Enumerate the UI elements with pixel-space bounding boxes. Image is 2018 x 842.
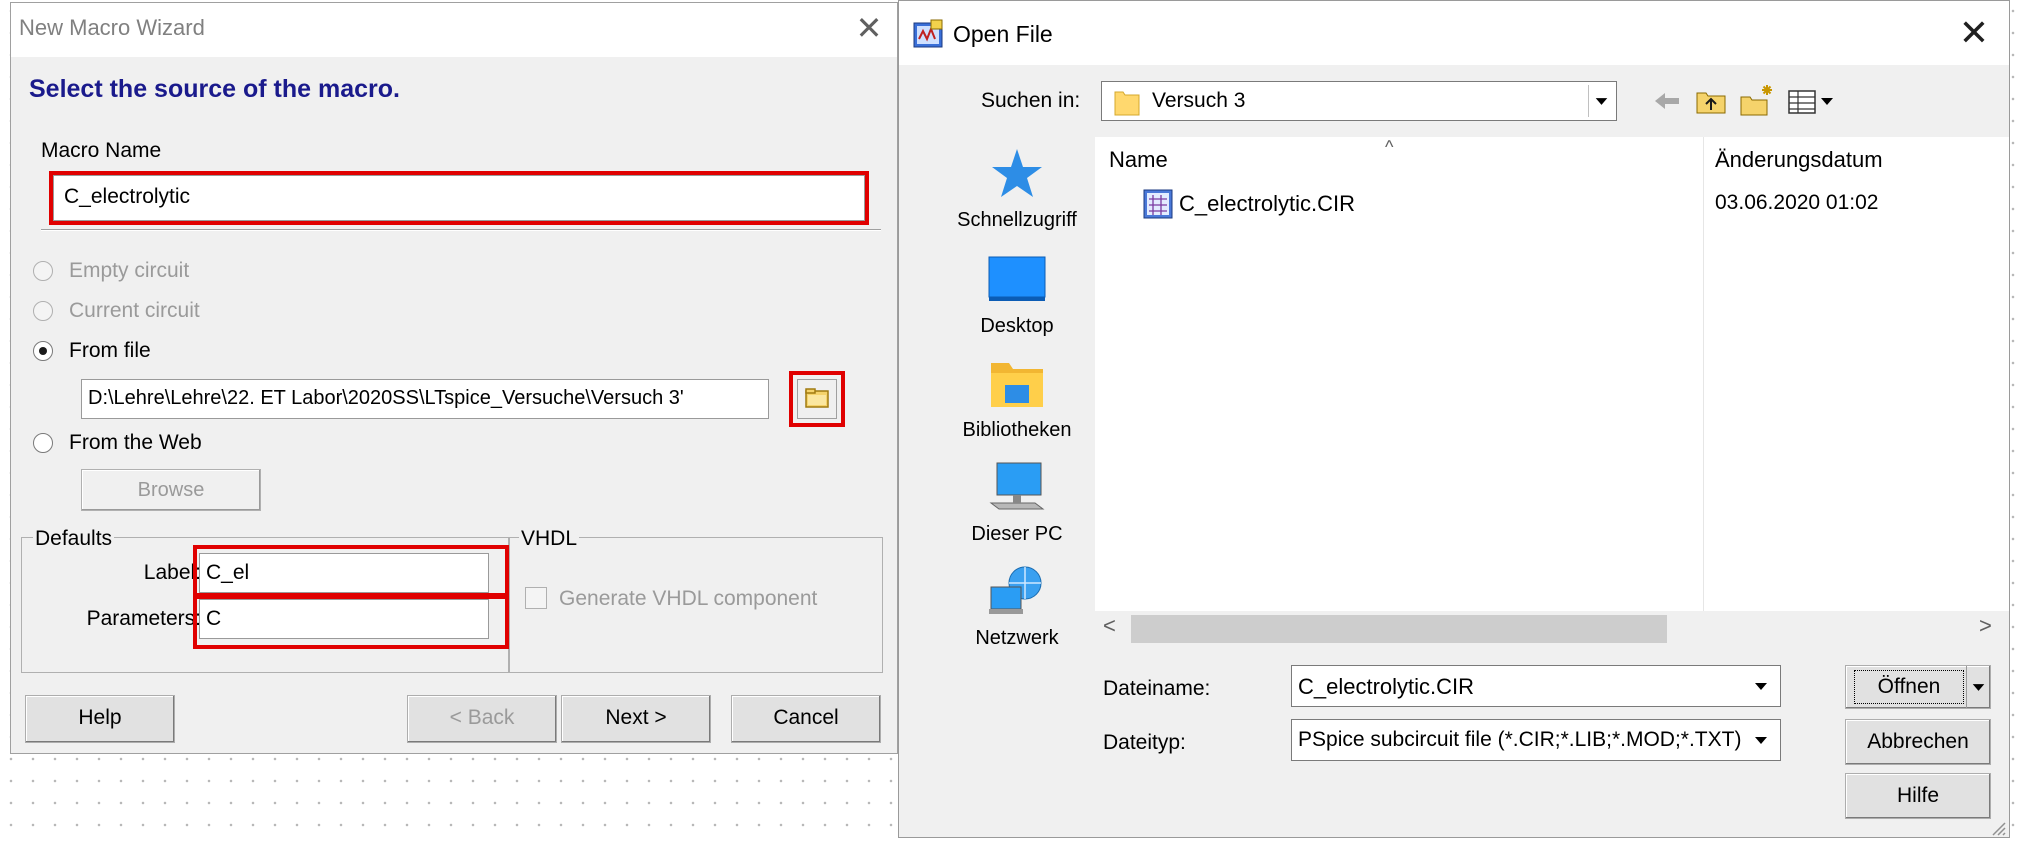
cancel-button[interactable]: Cancel: [731, 695, 881, 743]
look-in-dropdown[interactable]: Versuch 3: [1101, 81, 1617, 121]
filename-input[interactable]: C_electrolytic.CIR: [1291, 665, 1781, 707]
view-menu-icon[interactable]: [1783, 81, 1839, 121]
column-header-date[interactable]: Änderungsdatum: [1715, 147, 1883, 173]
label-field-label: Label:: [143, 561, 201, 584]
desktop-icon: [988, 256, 1046, 301]
place-this-pc[interactable]: Dieser PC: [957, 459, 1077, 549]
macro-wizard-titlebar: New Macro Wizard ✕: [11, 3, 897, 57]
place-label: Schnellzugriff: [957, 209, 1077, 231]
vhdl-group-title: VHDL: [519, 527, 580, 551]
place-desktop[interactable]: Desktop: [957, 251, 1077, 341]
cancel-button[interactable]: Abbrechen: [1845, 719, 1991, 765]
current-circuit-radio[interactable]: [33, 301, 53, 321]
back-arrow-icon[interactable]: [1647, 81, 1687, 121]
chevron-down-icon[interactable]: [1746, 723, 1776, 757]
file-row-date: 03.06.2020 01:02: [1715, 191, 1879, 214]
close-icon[interactable]: ✕: [849, 11, 889, 47]
filetype-dropdown[interactable]: PSpice subcircuit file (*.CIR;*.LIB;*.MO…: [1291, 719, 1781, 761]
place-quick-access[interactable]: Schnellzugriff: [957, 145, 1077, 235]
column-header-name[interactable]: Name: [1109, 147, 1168, 173]
file-row-name[interactable]: C_electrolytic.CIR: [1179, 191, 1355, 217]
close-icon[interactable]: ✕: [1949, 11, 1999, 57]
highlight-macro-name: [49, 171, 869, 225]
highlight-label-input: [193, 545, 509, 597]
scrollbar-thumb[interactable]: [1131, 615, 1667, 643]
from-web-radio[interactable]: [33, 433, 53, 453]
from-file-radio[interactable]: [33, 341, 53, 361]
libraries-icon: [991, 363, 1043, 407]
open-file-title: Open File: [953, 21, 1053, 47]
parameters-field-label: Parameters:: [86, 607, 201, 630]
help-button[interactable]: Hilfe: [1845, 773, 1991, 819]
macro-name-label: Macro Name: [41, 139, 162, 162]
browse-label: Browse: [137, 479, 205, 501]
place-label: Bibliotheken: [962, 419, 1072, 441]
place-libraries[interactable]: Bibliotheken: [957, 355, 1077, 445]
open-button[interactable]: Öffnen: [1845, 665, 1991, 709]
open-file-titlebar: Open File ✕: [899, 1, 2009, 65]
next-button[interactable]: Next >: [561, 695, 711, 743]
scroll-right-icon[interactable]: >: [1979, 613, 1992, 639]
place-label: Netzwerk: [975, 627, 1059, 649]
open-button-label: Öffnen: [1854, 670, 1964, 704]
wizard-heading: Select the source of the macro.: [29, 75, 400, 103]
look-in-label: Suchen in:: [981, 89, 1081, 112]
place-label: Desktop: [980, 315, 1054, 337]
file-path-input[interactable]: D:\Lehre\Lehre\22. ET Labor\2020SS\LTspi…: [81, 379, 769, 419]
macro-wizard-title: New Macro Wizard: [19, 15, 205, 40]
folder-icon: [1114, 91, 1140, 116]
filetype-label: Dateityp:: [1103, 731, 1186, 754]
browse-button[interactable]: Browse: [81, 469, 261, 511]
highlight-open-file-button: [789, 371, 845, 427]
filetype-value: PSpice subcircuit file (*.CIR;*.LIB;*.MO…: [1298, 728, 1742, 751]
open-file-dialog: Open File ✕ Suchen in: Versuch 3 Schnell…: [898, 0, 2010, 838]
scroll-left-icon[interactable]: <: [1103, 613, 1116, 639]
empty-circuit-label: Empty circuit: [69, 259, 190, 282]
generate-vhdl-label: Generate VHDL component: [559, 587, 818, 610]
chevron-down-icon[interactable]: [1966, 666, 1990, 708]
back-button[interactable]: < Back: [407, 695, 557, 743]
radio-selected-dot: [39, 347, 47, 355]
place-label: Dieser PC: [971, 523, 1063, 545]
star-icon: [992, 149, 1042, 197]
chevron-down-icon[interactable]: [1746, 669, 1776, 703]
generate-vhdl-checkbox[interactable]: [525, 587, 547, 609]
circuit-file-icon: [1143, 189, 1173, 219]
place-network[interactable]: Netzwerk: [957, 563, 1077, 653]
defaults-group-title: Defaults: [33, 527, 115, 551]
new-folder-icon[interactable]: [1737, 81, 1777, 121]
app-icon: [913, 19, 943, 48]
separator: [41, 229, 881, 231]
help-button[interactable]: Help: [25, 695, 175, 743]
from-web-label: From the Web: [69, 431, 202, 454]
look-in-value: Versuch 3: [1152, 89, 1246, 112]
column-divider[interactable]: [1703, 137, 1704, 611]
new-macro-wizard-dialog: New Macro Wizard ✕ Select the source of …: [10, 2, 898, 754]
highlight-parameters-input: [193, 595, 509, 649]
current-circuit-label: Current circuit: [69, 299, 200, 322]
sort-ascending-icon: ^: [1385, 137, 1394, 157]
resize-grip-icon[interactable]: [1985, 815, 2007, 837]
up-folder-icon[interactable]: [1691, 81, 1731, 121]
chevron-down-icon[interactable]: [1588, 85, 1614, 117]
from-file-label: From file: [69, 339, 151, 362]
file-list-view[interactable]: ^ Name Änderungsdatum C_electrolytic.CIR…: [1095, 137, 2009, 647]
network-icon: [989, 566, 1042, 614]
empty-circuit-radio[interactable]: [33, 261, 53, 281]
filename-value: C_electrolytic.CIR: [1298, 674, 1475, 699]
horizontal-scrollbar[interactable]: < >: [1095, 611, 2009, 647]
computer-icon: [989, 462, 1045, 510]
filename-label: Dateiname:: [1103, 677, 1211, 700]
